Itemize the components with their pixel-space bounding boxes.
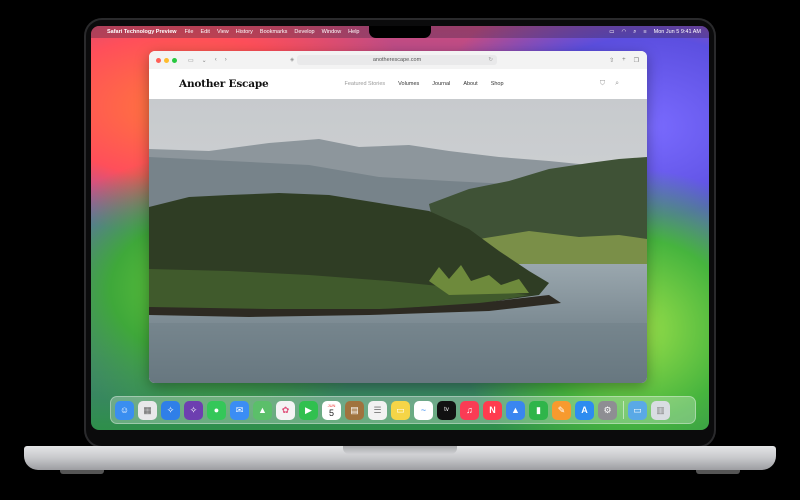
menu-file[interactable]: File bbox=[185, 26, 194, 38]
zoom-window-button[interactable] bbox=[172, 57, 177, 63]
safari-preview-icon[interactable]: ✧ bbox=[184, 400, 203, 420]
numbers-icon[interactable]: ▮ bbox=[529, 400, 548, 420]
menu-bookmarks[interactable]: Bookmarks bbox=[260, 26, 288, 38]
lake-landscape-image bbox=[149, 99, 647, 383]
control-center-icon[interactable]: ≡ bbox=[643, 26, 646, 38]
menu-window[interactable]: Window bbox=[322, 26, 342, 38]
notes-icon[interactable]: ▭ bbox=[391, 400, 410, 420]
reload-icon[interactable]: ↻ bbox=[488, 55, 493, 65]
battery-icon[interactable]: ▭ bbox=[609, 26, 614, 38]
menu-history[interactable]: History bbox=[236, 26, 253, 38]
search-icon[interactable]: ⌕ bbox=[633, 26, 636, 38]
window-controls bbox=[156, 57, 180, 63]
freeform-icon[interactable]: ~ bbox=[414, 400, 433, 420]
trash-icon[interactable]: ▥ bbox=[651, 400, 670, 420]
chevron-down-icon[interactable]: ⌄ bbox=[202, 57, 207, 64]
dock-separator bbox=[623, 401, 624, 419]
messages-icon[interactable]: ● bbox=[207, 400, 226, 420]
maps-icon[interactable]: ▲ bbox=[253, 400, 272, 420]
tv-icon[interactable]: tv bbox=[437, 400, 456, 420]
toolbar-right: ⇧ + ❐ bbox=[601, 57, 639, 64]
cart-icon[interactable]: ⛉ bbox=[600, 80, 605, 88]
launchpad-icon[interactable]: ▦ bbox=[138, 400, 157, 420]
tab-overview-icon[interactable]: ❐ bbox=[634, 57, 639, 64]
search-icon[interactable]: ⌕ bbox=[615, 80, 619, 88]
safari-icon[interactable]: ✧ bbox=[161, 400, 180, 420]
laptop-foot-left bbox=[60, 470, 104, 474]
site-header-icons: ⛉ ⌕ bbox=[590, 80, 619, 88]
facetime-icon[interactable]: ▶ bbox=[299, 400, 318, 420]
nav-about[interactable]: About bbox=[463, 81, 477, 87]
system-settings-icon[interactable]: ⚙ bbox=[598, 400, 617, 420]
close-window-button[interactable] bbox=[156, 57, 161, 63]
menu-edit[interactable]: Edit bbox=[200, 26, 209, 38]
music-icon[interactable]: ♫ bbox=[460, 400, 479, 420]
notebook-icon[interactable]: ▤ bbox=[345, 400, 364, 420]
new-tab-icon[interactable]: + bbox=[622, 57, 626, 64]
menu-help[interactable]: Help bbox=[348, 26, 359, 38]
address-bar[interactable]: ◈ anotherescape.com ↻ bbox=[290, 55, 497, 65]
dock: ☺ ▦ ✧ ✧ ● ✉ ▲ ✿ ▶ JUN 5 ▤ ☰ ▭ ~ tv ♫ N ▲… bbox=[110, 396, 696, 424]
menu-app-name[interactable]: Safari Technology Preview bbox=[107, 26, 177, 38]
reminders-icon[interactable]: ☰ bbox=[368, 400, 387, 420]
camera-notch bbox=[369, 26, 431, 38]
calendar-icon[interactable]: JUN 5 bbox=[322, 400, 341, 420]
keynote-icon[interactable]: ▲ bbox=[506, 400, 525, 420]
wifi-icon[interactable]: ◠ bbox=[621, 26, 626, 38]
photos-icon[interactable]: ✿ bbox=[276, 400, 295, 420]
app-store-icon[interactable]: A bbox=[575, 400, 594, 420]
share-icon[interactable]: ⇧ bbox=[609, 57, 614, 64]
minimize-window-button[interactable] bbox=[164, 57, 169, 63]
laptop-foot-right bbox=[696, 470, 740, 474]
desktop-screen: Safari Technology Preview File Edit View… bbox=[91, 26, 709, 430]
menu-view[interactable]: View bbox=[217, 26, 229, 38]
downloads-folder-icon[interactable]: ▭ bbox=[628, 400, 647, 420]
finder-icon[interactable]: ☺ bbox=[115, 400, 134, 420]
url-text: anotherescape.com bbox=[372, 57, 422, 63]
back-icon[interactable]: ‹ bbox=[215, 57, 217, 63]
nav-featured-stories[interactable]: Featured Stories bbox=[344, 81, 385, 87]
site-logo[interactable]: Another Escape bbox=[179, 78, 269, 90]
forward-icon[interactable]: › bbox=[225, 57, 227, 63]
mail-icon[interactable]: ✉ bbox=[230, 400, 249, 420]
menu-datetime[interactable]: Mon Jun 5 9:41 AM bbox=[654, 26, 701, 38]
site-header: Another Escape Featured Stories Volumes … bbox=[149, 69, 647, 99]
laptop-lid-notch bbox=[343, 446, 457, 454]
hero-photo bbox=[149, 99, 647, 383]
news-icon[interactable]: N bbox=[483, 400, 502, 420]
browser-toolbar: ▭ ⌄ ‹ › ◈ anotherescape.com ↻ ⇧ + ❐ bbox=[149, 51, 647, 70]
menu-develop[interactable]: Develop bbox=[294, 26, 314, 38]
status-area: ▭ ◠ ⌕ ≡ Mon Jun 5 9:41 AM bbox=[602, 26, 701, 38]
calendar-day: 5 bbox=[328, 407, 334, 418]
safari-window: ▭ ⌄ ‹ › ◈ anotherescape.com ↻ ⇧ + ❐ Anot… bbox=[149, 51, 647, 383]
site-nav: Featured Stories Volumes Journal About S… bbox=[344, 81, 516, 87]
nav-shop[interactable]: Shop bbox=[491, 81, 504, 87]
pages-icon[interactable]: ✎ bbox=[552, 400, 571, 420]
sidebar-toggle-icon[interactable]: ▭ bbox=[188, 57, 194, 64]
nav-volumes[interactable]: Volumes bbox=[398, 81, 419, 87]
nav-journal[interactable]: Journal bbox=[432, 81, 450, 87]
privacy-shield-icon[interactable]: ◈ bbox=[290, 55, 294, 65]
